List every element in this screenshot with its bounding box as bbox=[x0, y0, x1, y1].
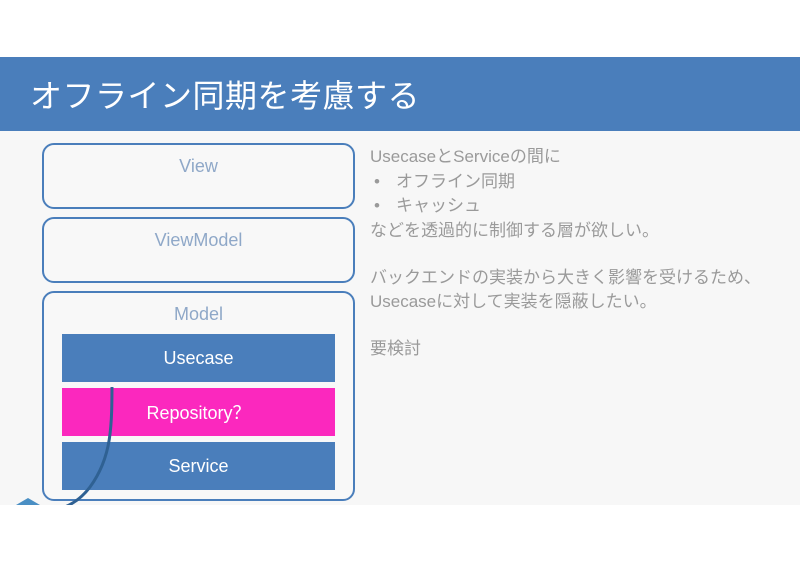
note-spacer bbox=[370, 244, 780, 266]
note-line-1: UsecaseとServiceの間に bbox=[370, 147, 561, 166]
note-line-5: 要検討 bbox=[370, 338, 421, 358]
slide-header-band: オフライン同期を考慮する bbox=[0, 57, 800, 131]
model-child-repository: Repository？ bbox=[62, 388, 335, 436]
note-bullet-label: キャッシュ bbox=[396, 196, 481, 216]
note-bullet-label: オフライン同期 bbox=[396, 171, 515, 191]
model-child-label: Usecase bbox=[163, 347, 234, 368]
model-child-usecase: Usecase bbox=[62, 334, 335, 382]
layer-label-view: View bbox=[179, 156, 218, 176]
notes-column: UsecaseとServiceの間に • オフライン同期 • キャッシュ などを透過… bbox=[370, 145, 780, 361]
layer-label-viewmodel: ViewModel bbox=[154, 230, 243, 250]
note-bullet-1: • オフライン同期 bbox=[370, 170, 780, 195]
note-spacer bbox=[370, 315, 780, 337]
note-bullet-2: • キャッシュ bbox=[370, 194, 780, 219]
layer-box-view: View bbox=[42, 143, 355, 209]
model-child-service: Service bbox=[62, 442, 335, 490]
bullet-marker-icon: • bbox=[374, 196, 380, 216]
page-title: オフライン同期を考慮する bbox=[30, 78, 421, 114]
model-child-label: Service bbox=[168, 455, 229, 476]
note-line-3: バックエンドの実装から大きく影響を受けるため、 bbox=[370, 267, 761, 287]
slide-canvas: オフライン同期を考慮する View ViewModel Model Usecas… bbox=[0, 57, 800, 505]
model-child-label: Repository？ bbox=[146, 403, 251, 423]
layer-label-model: Model bbox=[173, 304, 224, 324]
jxug-logo: JXUG bbox=[2, 497, 54, 505]
jxug-logo-text: JXUG bbox=[2, 497, 54, 505]
model-children-group: Usecase Repository？ Service bbox=[44, 334, 353, 490]
note-line-2: などを透過的に制御する層が欲しい。 bbox=[370, 220, 659, 240]
note-line-4: Usecaseに対して実装を隠蔽したい。 bbox=[370, 292, 657, 312]
layer-box-model: Model Usecase Repository？ Service bbox=[42, 291, 355, 501]
layer-box-viewmodel: ViewModel bbox=[42, 217, 355, 283]
bullet-marker-icon: • bbox=[374, 171, 380, 191]
architecture-diagram: View ViewModel Model Usecase Repository？… bbox=[42, 143, 355, 501]
